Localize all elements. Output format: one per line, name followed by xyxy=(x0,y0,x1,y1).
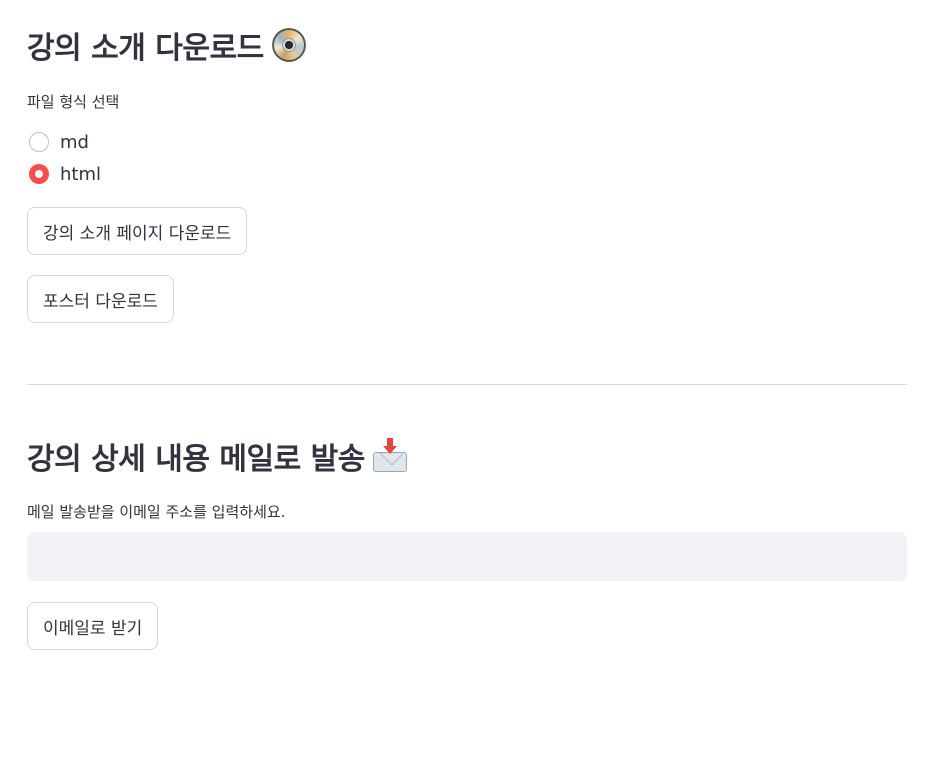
section-divider xyxy=(27,384,907,385)
envelope-with-arrow-icon xyxy=(372,438,407,472)
download-poster-button[interactable]: 포스터 다운로드 xyxy=(27,275,174,323)
radio-label-html: html xyxy=(60,163,102,185)
radio-option-md[interactable]: md xyxy=(27,126,101,158)
radio-label-md: md xyxy=(60,131,89,153)
download-intro-page-button[interactable]: 강의 소개 페이지 다운로드 xyxy=(27,207,248,255)
email-section-title: 강의 상세 내용 메일로 발송 xyxy=(27,436,407,477)
email-title-text: 강의 상세 내용 메일로 발송 xyxy=(27,442,365,477)
email-input-label: 메일 발송받을 이메일 주소를 입력하세요. xyxy=(27,503,286,521)
download-title-text: 강의 소개 다운로드 xyxy=(27,31,264,66)
file-format-radio-group: md html xyxy=(27,126,101,190)
radio-option-html[interactable]: html xyxy=(27,158,101,190)
radio-button-html[interactable] xyxy=(29,164,49,184)
radio-button-md[interactable] xyxy=(29,132,49,152)
send-email-button[interactable]: 이메일로 받기 xyxy=(27,602,159,650)
email-input[interactable] xyxy=(27,532,907,581)
download-section-title: 강의 소개 다운로드 xyxy=(27,25,306,66)
file-format-label: 파일 형식 선택 xyxy=(27,93,120,111)
optical-disc-icon xyxy=(271,28,306,62)
